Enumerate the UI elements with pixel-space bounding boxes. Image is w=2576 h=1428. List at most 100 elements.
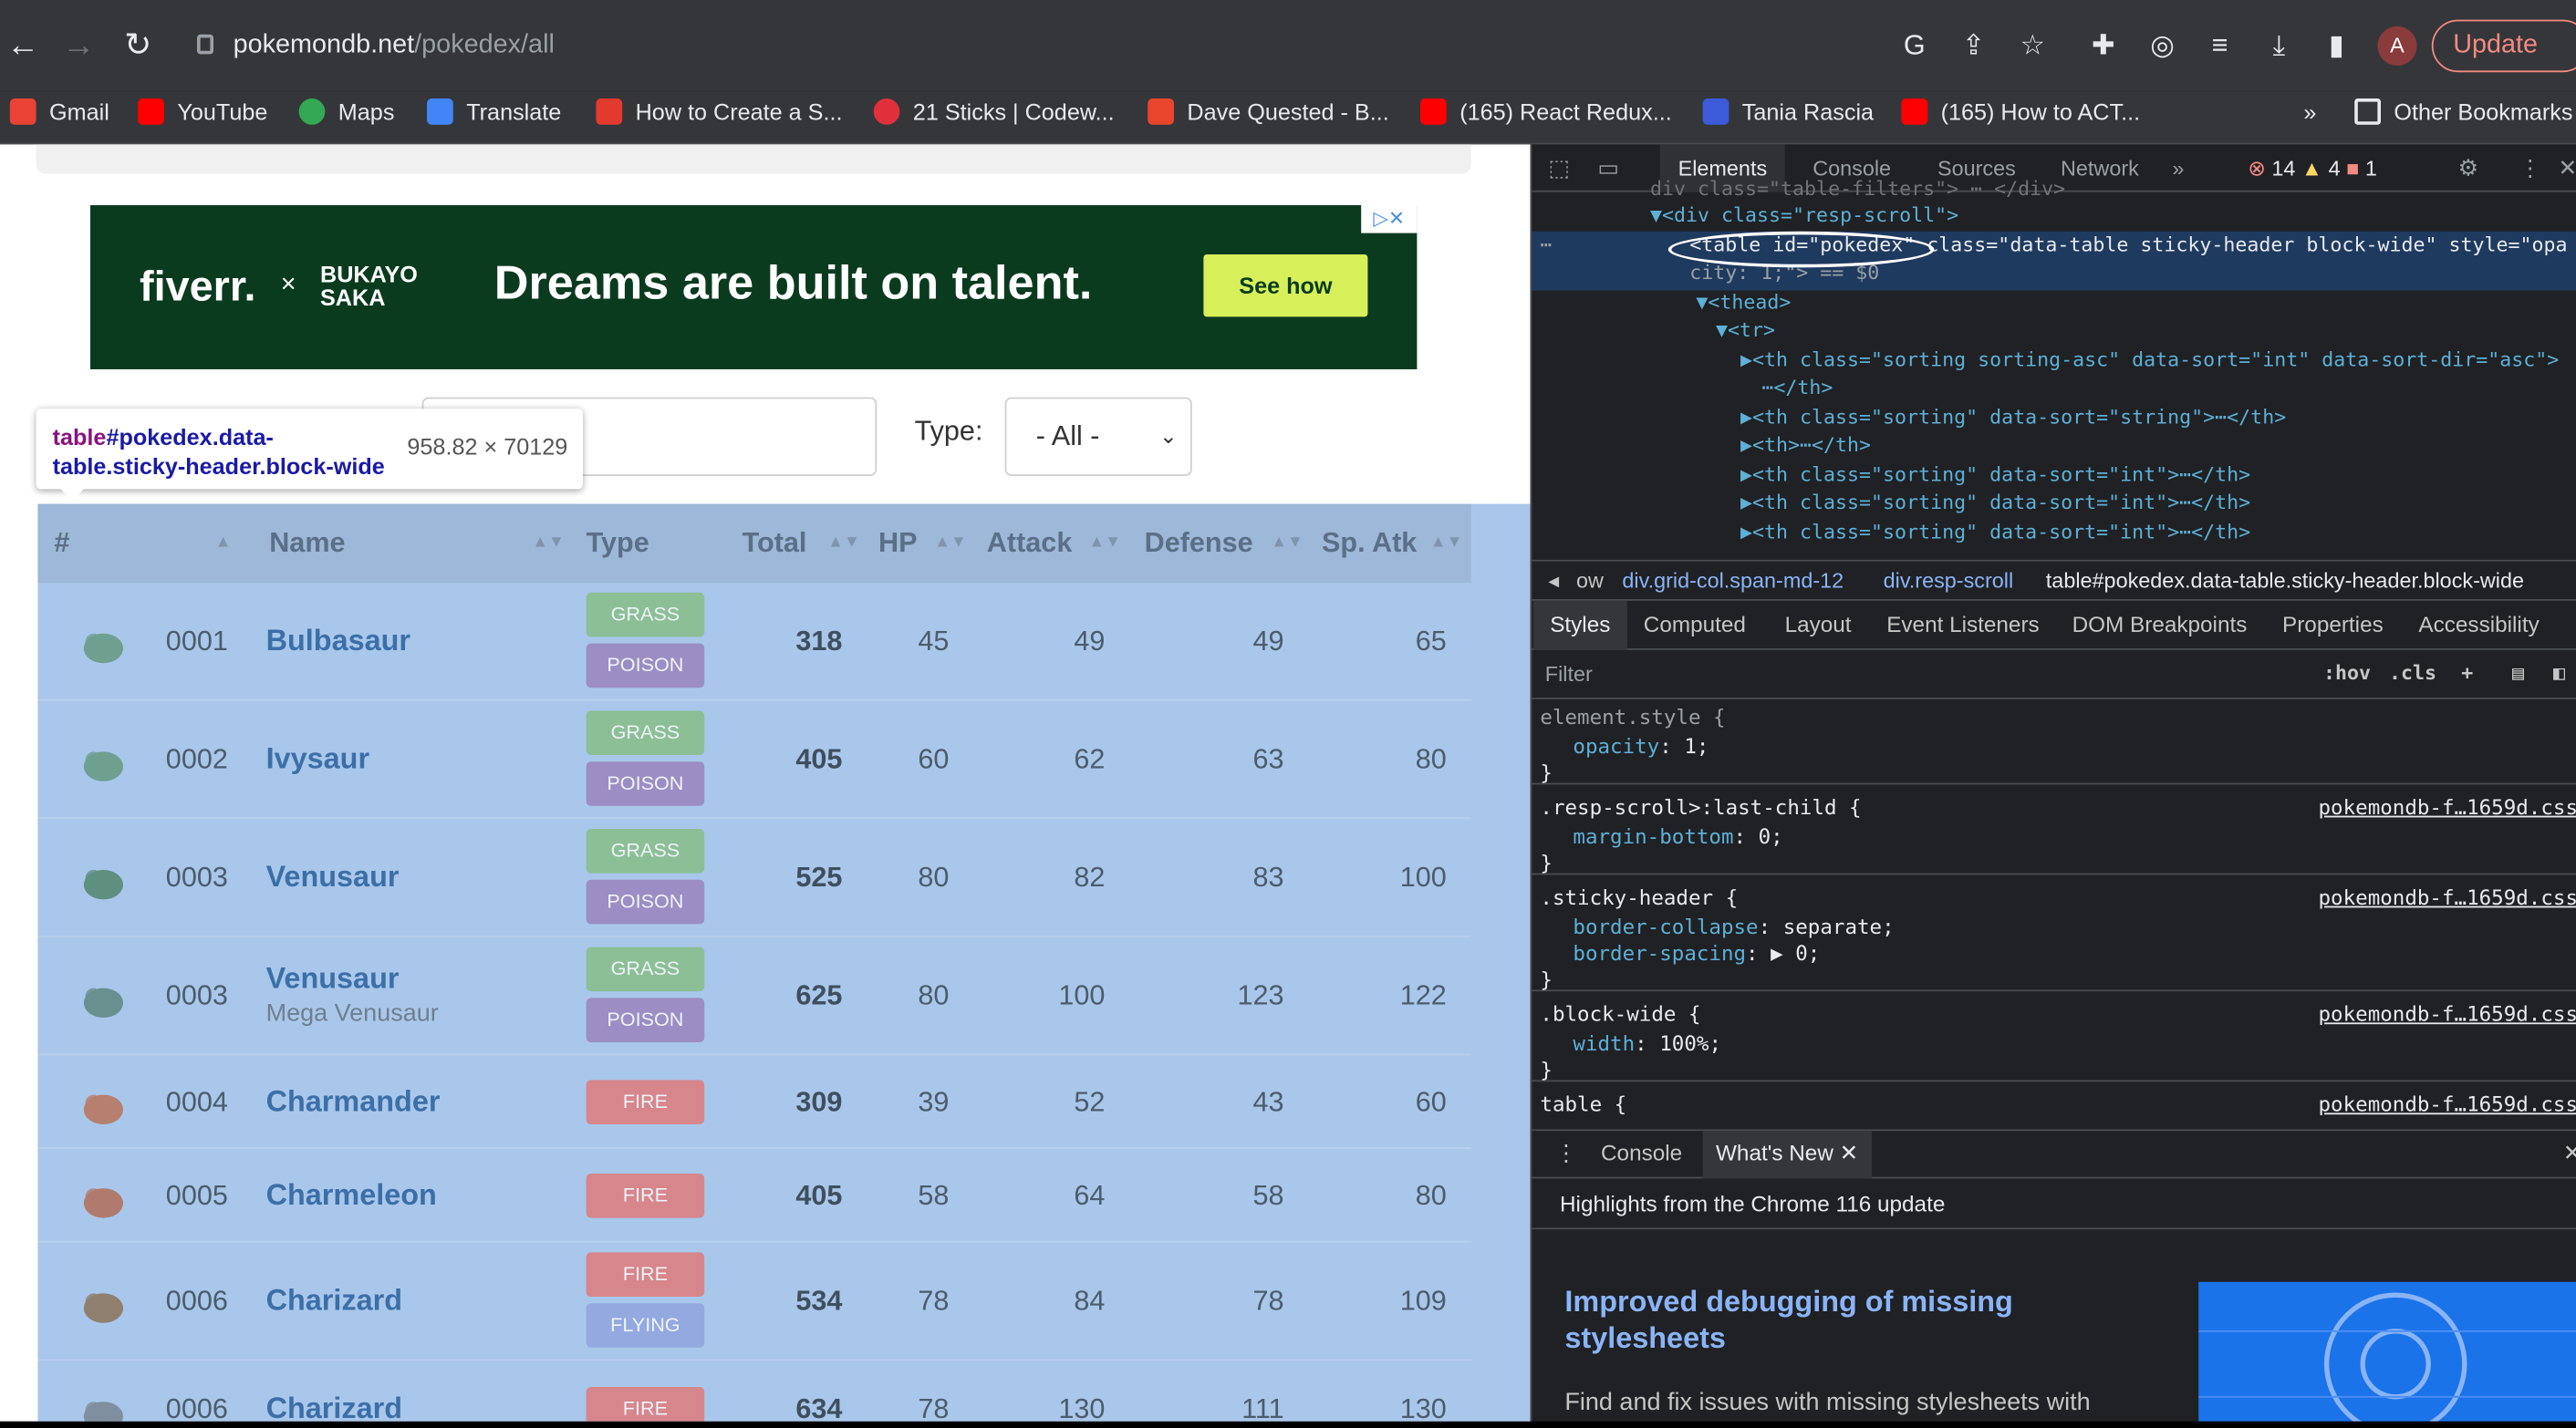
rule-selector[interactable]: element.style { xyxy=(1540,702,1725,731)
pokemon-name-link[interactable]: Charizard xyxy=(266,1284,402,1319)
sidebar-toggle-icon[interactable]: ◧ xyxy=(2553,661,2565,684)
rule-property[interactable]: opacity: 1; xyxy=(1573,732,1709,761)
drawer-tab-console[interactable]: Console xyxy=(1601,1131,1682,1176)
paint-icon[interactable]: ▤ xyxy=(2512,661,2524,684)
type-badge[interactable]: POISON xyxy=(586,998,705,1042)
advertisement-banner[interactable]: fiverr. × BUKAYO SAKA Dreams are built o… xyxy=(90,205,1418,369)
dom-line[interactable]: ▼<tr> xyxy=(1716,316,1775,346)
rule-source-link[interactable]: pokemondb-f…1659d.css xyxy=(2319,999,2576,1029)
type-badge[interactable]: FIRE xyxy=(586,1079,705,1124)
google-icon[interactable]: G xyxy=(1896,28,1933,65)
bookmark-gmail[interactable]: Gmail xyxy=(9,92,109,145)
ad-close-icon[interactable]: ▷✕ xyxy=(1361,205,1418,233)
dom-line[interactable]: ▶<th class="sorting" data-sort="int">⋯</… xyxy=(1740,489,2250,518)
dom-line[interactable]: ▶<th class="sorting sorting-asc" data-so… xyxy=(1740,347,2559,376)
ad-cta-button[interactable]: See how xyxy=(1203,254,1368,317)
type-badge[interactable]: GRASS xyxy=(586,829,705,874)
rule-property[interactable]: border-collapse: separate; xyxy=(1573,913,1894,941)
tab-computed[interactable]: Computed xyxy=(1644,601,1746,650)
more-tabs-icon[interactable]: » xyxy=(2172,144,2184,191)
type-badge[interactable]: POISON xyxy=(586,643,705,688)
type-badge[interactable]: GRASS xyxy=(586,592,705,637)
rule-selector[interactable]: table { xyxy=(1540,1090,1626,1119)
cls-toggle[interactable]: .cls xyxy=(2389,661,2436,684)
tab-dom-breakpoints[interactable]: DOM Breakpoints xyxy=(2072,601,2248,650)
reload-icon[interactable]: ↻ xyxy=(119,26,158,66)
breadcrumb-item[interactable]: ow xyxy=(1576,562,1604,599)
bookmark-react-redux[interactable]: (165) React Redux... xyxy=(1420,92,1672,145)
address-bar[interactable]: pokemondb.net/pokedex/all xyxy=(177,20,752,73)
more-options-icon[interactable]: ⋮ xyxy=(2519,154,2541,182)
update-button[interactable]: Update xyxy=(2431,19,2576,73)
type-badge[interactable]: GRASS xyxy=(586,947,705,992)
header-name[interactable]: Name ▲▼ xyxy=(269,504,565,583)
close-devtools-icon[interactable]: ✕ xyxy=(2558,154,2576,182)
header-spatk[interactable]: Sp. Atk ▲▼ xyxy=(1322,504,1462,583)
settings-gear-icon[interactable]: ⚙ xyxy=(2458,154,2479,182)
rule-property[interactable]: margin-bottom: 0; xyxy=(1573,823,1782,852)
rule-source-link[interactable]: pokemondb-f…1659d.css xyxy=(2319,883,2576,912)
type-badge[interactable]: POISON xyxy=(586,761,705,806)
header-hp[interactable]: HP ▲▼ xyxy=(878,504,967,583)
close-drawer-icon[interactable]: ✕ xyxy=(2563,1131,2576,1176)
side-panel-icon[interactable]: ▮ xyxy=(2319,28,2355,65)
bookmark-tania[interactable]: Tania Rascia xyxy=(1702,92,1874,145)
pokemon-name-link[interactable]: Charizard xyxy=(266,1392,402,1421)
bookmark-codewars[interactable]: 21 Sticks | Codew... xyxy=(873,92,1115,145)
drawer-tab-whats-new[interactable]: What's New ✕ xyxy=(1702,1131,1872,1179)
type-badge[interactable]: GRASS xyxy=(586,710,705,755)
drawer-menu-icon[interactable]: ⋮ xyxy=(1555,1131,1577,1176)
bookmark-maps[interactable]: Maps xyxy=(298,92,394,145)
forward-icon[interactable]: → xyxy=(59,26,99,66)
rule-property[interactable]: border-spacing: ▶ 0; xyxy=(1573,939,1820,968)
dom-line[interactable]: ▶<th class="sorting" data-sort="int">⋯</… xyxy=(1740,519,2250,548)
tab-event-listeners[interactable]: Event Listeners xyxy=(1886,601,2040,650)
header-total[interactable]: Total ▲▼ xyxy=(743,504,860,583)
bookmark-star-icon[interactable]: ☆ xyxy=(2015,28,2051,65)
breadcrumb-item[interactable]: div.resp-scroll xyxy=(1884,562,2014,599)
other-bookmarks[interactable]: Other Bookmarks xyxy=(2354,92,2572,145)
extension-icon[interactable]: ◎ xyxy=(2145,28,2181,65)
rule-selector[interactable]: .block-wide { xyxy=(1540,999,1700,1029)
share-icon[interactable]: ⇪ xyxy=(1956,28,1992,65)
dom-line[interactable]: ▶<th class="sorting" data-sort="int">⋯</… xyxy=(1740,461,2250,491)
extensions-icon[interactable]: ✚ xyxy=(2085,28,2122,65)
whats-new-heading[interactable]: Improved debugging of missing stylesheet… xyxy=(1564,1284,2057,1356)
rule-source-link[interactable]: pokemondb-f…1659d.css xyxy=(2319,1090,2576,1119)
more-bookmarks-icon[interactable]: » xyxy=(2303,92,2316,145)
download-icon[interactable]: ⤓ xyxy=(2261,28,2298,65)
inspect-icon[interactable]: ⬚ xyxy=(1548,154,1570,182)
dom-line[interactable]: ▶<th class="sorting" data-sort="string">… xyxy=(1740,404,2286,433)
hov-toggle[interactable]: :hov xyxy=(2323,661,2371,684)
profile-avatar[interactable]: A xyxy=(2377,26,2417,66)
breadcrumb-back-icon[interactable]: ◂ xyxy=(1548,562,1559,599)
header-defense[interactable]: Defense ▲▼ xyxy=(1145,504,1304,583)
styles-filter-input[interactable]: Filter xyxy=(1536,657,2304,693)
pokemon-name-link[interactable]: Venusaur xyxy=(266,962,400,997)
error-count[interactable]: ⊗ 14 ▲ 4 ■ 1 xyxy=(2248,144,2377,191)
rule-property[interactable]: width: 100%; xyxy=(1573,1030,1721,1059)
pokemon-name-link[interactable]: Charmeleon xyxy=(266,1178,437,1213)
rule-selector[interactable]: .resp-scroll>:last-child { xyxy=(1540,792,1861,822)
rule-source-link[interactable]: pokemondb-f…1659d.css xyxy=(2319,792,2576,822)
dom-ellipsis-icon[interactable]: ⋯ xyxy=(1540,232,1552,261)
add-rule-icon[interactable]: + xyxy=(2461,661,2473,684)
type-badge[interactable]: FIRE xyxy=(586,1252,705,1297)
back-icon[interactable]: ← xyxy=(4,26,43,66)
pokemon-name-link[interactable]: Venusaur xyxy=(266,860,400,895)
bookmark-act[interactable]: (165) How to ACT... xyxy=(1901,92,2140,145)
type-badge[interactable]: FLYING xyxy=(586,1303,705,1348)
tab-styles[interactable]: Styles xyxy=(1533,600,1627,650)
type-badge[interactable]: FIRE xyxy=(586,1387,705,1422)
header-number[interactable]: # ▲ xyxy=(54,504,231,583)
type-select[interactable]: - All - ⌄ xyxy=(1004,397,1192,476)
bookmark-translate[interactable]: Translate xyxy=(427,92,561,145)
bookmark-create[interactable]: How to Create a S... xyxy=(596,92,843,145)
pokemon-name-link[interactable]: Ivysaur xyxy=(266,742,369,777)
tab-accessibility[interactable]: Accessibility xyxy=(2418,601,2539,650)
bookmark-dave[interactable]: Dave Quested - B... xyxy=(1148,92,1389,145)
tab-layout[interactable]: Layout xyxy=(1785,601,1852,650)
bookmark-youtube[interactable]: YouTube xyxy=(138,92,267,145)
tab-network[interactable]: Network xyxy=(2061,144,2139,191)
tab-properties[interactable]: Properties xyxy=(2282,601,2384,650)
